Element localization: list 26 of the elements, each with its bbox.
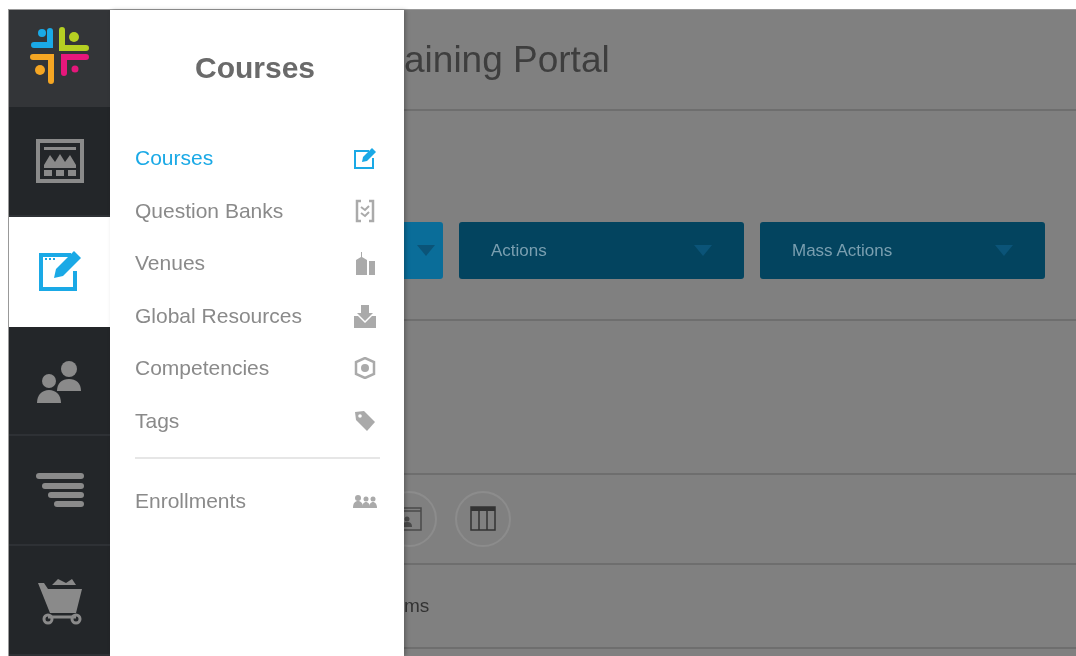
menu-item[interactable]: Enrollments <box>135 475 380 528</box>
dropdown-button[interactable]: Actions <box>459 222 744 279</box>
menu-item[interactable]: Venues <box>135 237 380 290</box>
list-label: ms <box>404 595 430 617</box>
menu-item[interactable]: Competencies <box>135 342 380 395</box>
page-title: aining Portal <box>404 38 610 81</box>
caret-icon <box>694 245 712 256</box>
menu-item[interactable]: Question Banks <box>135 184 380 237</box>
shield-icon <box>354 357 376 380</box>
edit-icon <box>353 147 377 170</box>
table-view-button[interactable] <box>454 490 512 548</box>
dropdown-button[interactable]: Mass Actions <box>760 222 1045 279</box>
menu-title: Courses <box>193 49 316 86</box>
menu-item[interactable]: Tags <box>135 394 380 447</box>
gallery-view-button[interactable] <box>404 490 438 548</box>
people-icon <box>353 494 377 509</box>
building-icon <box>354 251 376 276</box>
menu-item[interactable]: Courses <box>135 132 380 185</box>
download-icon <box>353 303 377 328</box>
caret-icon <box>995 245 1013 256</box>
caret-icon <box>417 245 435 256</box>
list-icon <box>35 472 84 509</box>
checklist-icon <box>355 198 375 223</box>
menu-item[interactable]: Global Resources <box>135 289 380 342</box>
dashboard-icon <box>35 139 84 183</box>
tag-icon <box>354 409 376 432</box>
